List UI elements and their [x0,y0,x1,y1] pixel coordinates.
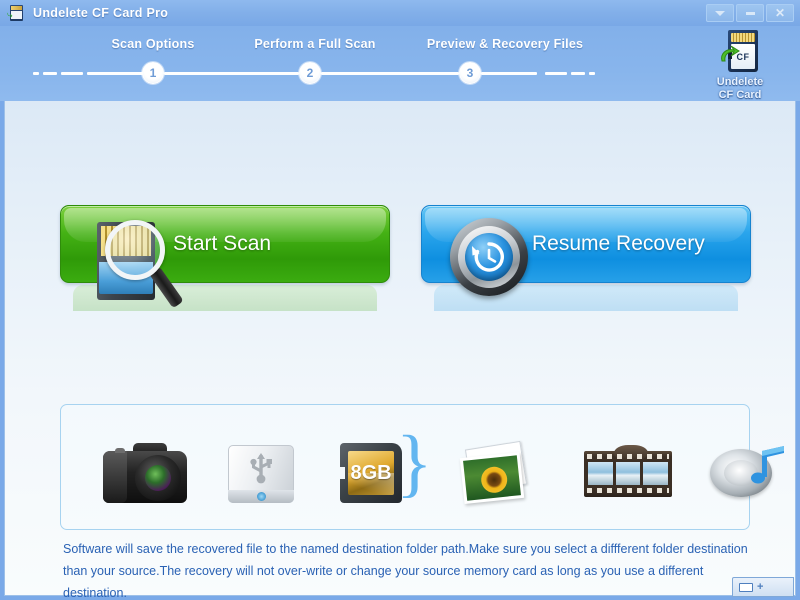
music-note-icon [751,446,784,484]
undelete-arrow-icon [721,45,740,62]
step-label-2: Perform a Full Scan [254,37,376,51]
sd-capacity-unit: GB [361,462,392,484]
photos-icon [449,423,545,505]
destination-note: Software will save the recovered file to… [63,542,748,600]
brace-separator: } [396,421,433,505]
step-label-3: Preview & Recovery Files [426,37,584,51]
plus-icon: + [757,580,764,593]
step-label-1: Scan Options [111,37,195,51]
cf-card-icon: CF [720,30,760,74]
audio-speaker-icon [701,423,797,503]
title-bar: ⤷ Undelete CF Card Pro ✕ [0,0,800,26]
header-stepper: Scan Options Perform a Full Scan Preview… [0,26,800,101]
step-node-2[interactable]: 2 [299,62,321,84]
step-track: 1 2 3 [0,62,690,84]
counterclockwise-arrow-icon [472,242,504,272]
logo-line-1: Undelete [716,76,764,88]
window-title: Undelete CF Card Pro [33,6,169,20]
action-buttons: Start Scan Resume Recovery [5,205,797,330]
scan-card-magnifier-icon [83,214,184,314]
close-button[interactable]: ✕ [766,4,794,22]
step-number-2: 2 [306,66,314,80]
chevron-down-icon [715,10,725,16]
start-scan-label: Start Scan [173,232,272,255]
step-labels: Scan Options Perform a Full Scan Preview… [0,37,690,55]
collapse-button[interactable] [706,4,734,22]
window-chip-icon [739,582,753,592]
app-window: ⤷ Undelete CF Card Pro ✕ Scan Options Pe… [0,0,800,600]
minimize-icon [745,11,755,15]
resume-recovery-button[interactable]: Resume Recovery [421,205,751,311]
resume-recovery-label: Resume Recovery [532,232,705,255]
undelete-arrow-icon: ⤷ [7,10,13,21]
start-scan-button[interactable]: Start Scan [60,205,390,311]
window-controls: ✕ [706,4,794,22]
step-node-1[interactable]: 1 [142,62,164,84]
status-chip[interactable]: + [732,577,794,597]
clock-restore-icon [442,212,538,308]
step-number-3: 3 [466,66,474,80]
main-content: Start Scan Resume Recovery 8 GB} Softwa… [4,101,797,600]
step-number-1: 1 [149,66,157,80]
step-node-3[interactable]: 3 [459,62,481,84]
usb-symbol-icon [250,453,272,484]
close-icon: ✕ [774,6,786,20]
sd-capacity-value: 8 [350,462,362,484]
product-logo: CF Undelete CF Card [702,30,778,101]
camera-icon [97,423,193,503]
minimize-button[interactable] [736,4,764,22]
app-icon: ⤷ [7,4,25,22]
device-panel: 8 GB } [60,404,784,530]
usb-drive-icon [213,423,309,503]
video-film-icon [573,423,683,503]
